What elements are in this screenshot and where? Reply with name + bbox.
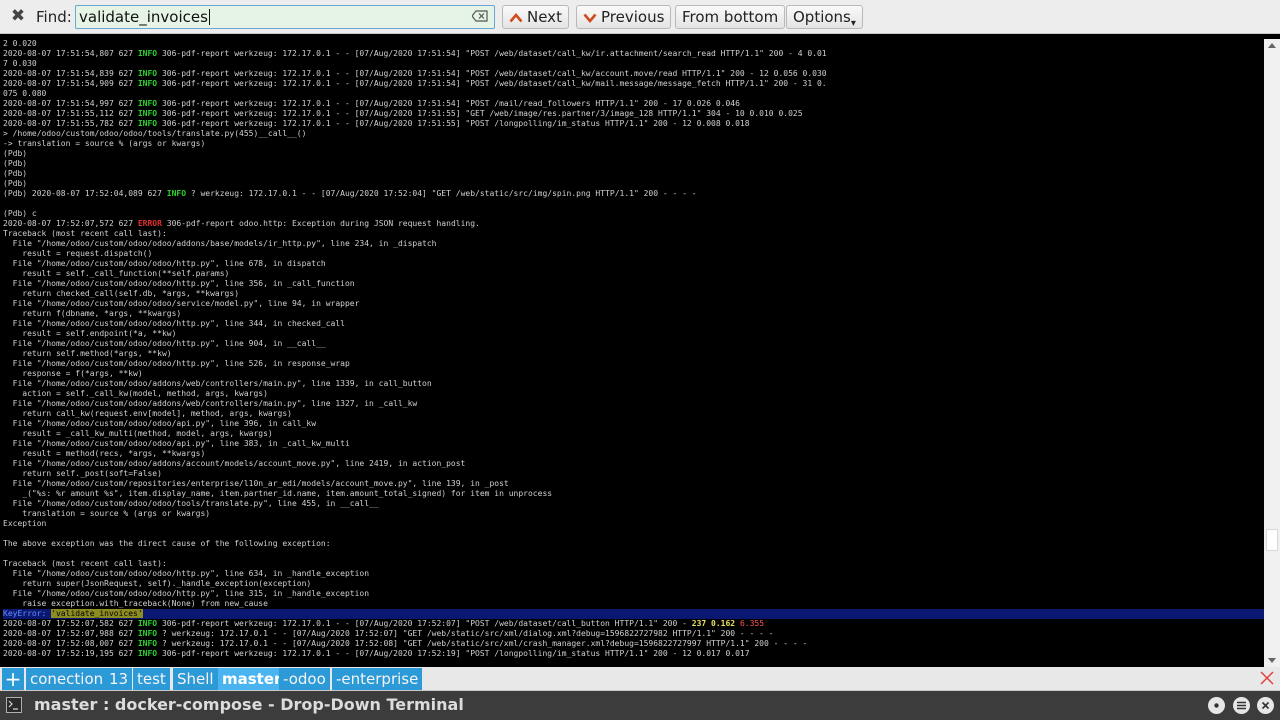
terminal-icon [6,697,22,713]
close-find-bar-icon[interactable]: ✖ [8,6,28,26]
menu-button[interactable] [1208,697,1225,714]
tab-shell[interactable]: Shell [173,668,218,690]
search-match: 'validate_invoices' [51,609,143,618]
hamburger-menu-button[interactable] [1233,697,1250,714]
tab-master[interactable]: master [218,668,286,690]
window-title: master : docker-compose - Drop-Down Term… [34,695,464,714]
tab-enterprise[interactable]: -enterprise [332,668,423,690]
arrow-down-icon [583,13,597,24]
dropdown-indicator-icon: ▾ [850,18,856,29]
close-window-button[interactable] [1257,697,1274,714]
from-bottom-button[interactable]: From bottom [675,5,786,29]
add-tab-icon[interactable]: + [2,668,24,690]
scroll-up-icon[interactable] [1268,43,1276,48]
find-label: Find: [36,8,72,26]
next-button[interactable]: Next [502,5,569,29]
previous-button[interactable]: Previous [576,5,672,29]
tab-test[interactable]: test [133,668,170,690]
dot-icon [1214,703,1219,708]
search-match-line: KeyError: 'validate_invoices' [0,609,1264,619]
scroll-down-icon[interactable] [1268,658,1276,663]
clear-input-icon[interactable] [472,10,488,22]
tab-bar: + conection 13 test Shell master -odoo -… [0,667,1280,691]
tab-odoo[interactable]: -odoo [279,668,330,690]
close-tab-icon[interactable] [1259,670,1275,686]
hamburger-icon [1237,701,1246,710]
terminal-scrollbar[interactable] [1264,39,1280,667]
close-icon [1261,701,1270,710]
text-caret [208,9,210,25]
find-input-value: validate_invoices [79,8,208,26]
terminal-output[interactable]: 2 0.020 2020-08-07 17:51:54,807 627 INFO… [0,39,1264,667]
log-lines-before: 2 0.020 2020-08-07 17:51:54,807 627 INFO… [3,39,827,608]
arrow-up-icon [509,12,523,23]
window-title-bar: master : docker-compose - Drop-Down Term… [0,691,1280,720]
find-input[interactable]: validate_invoices [75,5,495,29]
tab-13[interactable]: 13 [105,668,133,690]
find-bar: ✖ Find: validate_invoices Next Previous … [0,0,1280,34]
scrollbar-thumb[interactable] [1266,529,1278,551]
log-lines-after: 2020-08-07 17:52:07,582 627 INFO 306-pdf… [3,619,808,658]
tab-conection[interactable]: conection [26,668,108,690]
options-button[interactable]: Options▾ [786,5,863,29]
